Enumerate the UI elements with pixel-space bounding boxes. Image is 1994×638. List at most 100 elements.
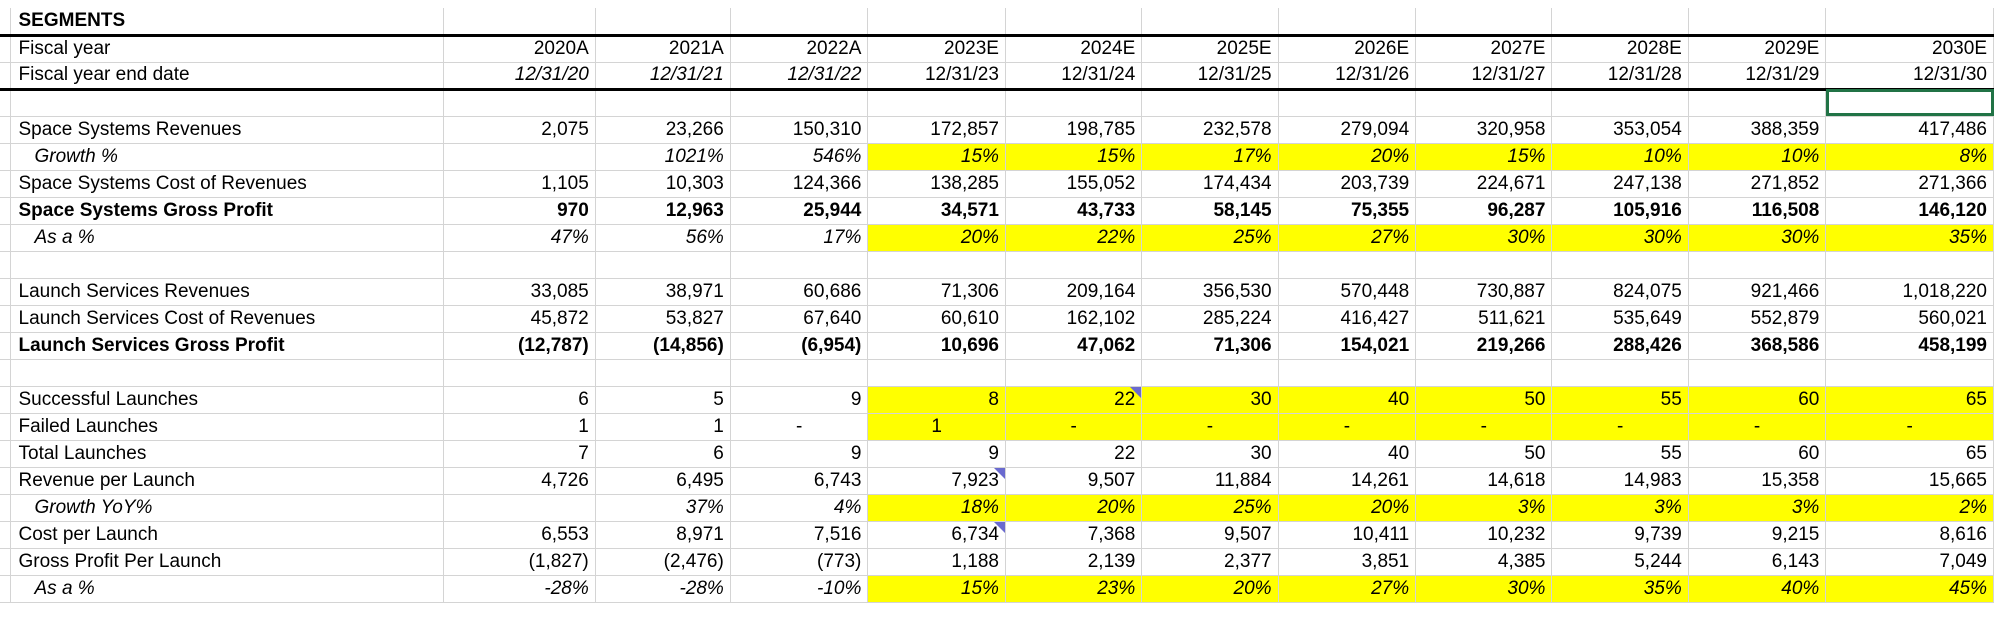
value-cell[interactable]: 7 [443, 440, 596, 468]
fiscal-date-cell[interactable]: 12/31/28 [1551, 62, 1689, 91]
row-gutter-cell[interactable] [0, 305, 11, 333]
empty-cell[interactable] [1688, 8, 1827, 37]
value-cell[interactable]: - [1141, 413, 1279, 441]
row-gutter-cell[interactable] [0, 575, 11, 603]
empty-cell[interactable] [1415, 359, 1553, 387]
value-cell[interactable]: 22 [1005, 386, 1143, 414]
fiscal-year-cell[interactable]: 2027E [1415, 35, 1553, 63]
empty-cell[interactable] [443, 89, 596, 117]
value-cell[interactable]: 4% [730, 494, 869, 522]
value-cell[interactable]: 6 [595, 440, 731, 468]
value-cell[interactable]: 10,303 [595, 170, 731, 198]
value-cell[interactable]: -10% [730, 575, 869, 603]
value-cell[interactable]: 58,145 [1141, 197, 1279, 225]
value-cell[interactable]: 15% [867, 575, 1006, 603]
value-cell[interactable]: 560,021 [1825, 305, 1994, 333]
value-cell[interactable]: 232,578 [1141, 116, 1279, 144]
row-label[interactable]: Launch Services Cost of Revenues [10, 305, 445, 333]
value-cell[interactable]: 155,052 [1005, 170, 1143, 198]
value-cell[interactable]: 23% [1005, 575, 1143, 603]
value-cell[interactable]: - [1005, 413, 1143, 441]
value-cell[interactable]: 150,310 [730, 116, 869, 144]
value-cell[interactable]: (12,787) [443, 332, 596, 360]
value-cell[interactable]: 30% [1551, 224, 1689, 252]
empty-cell[interactable] [1825, 89, 1994, 117]
empty-cell[interactable] [1005, 251, 1143, 279]
value-cell[interactable]: 247,138 [1551, 170, 1689, 198]
row-label[interactable]: Launch Services Gross Profit [10, 332, 445, 360]
value-cell[interactable]: 47% [443, 224, 596, 252]
value-cell[interactable]: 35% [1825, 224, 1994, 252]
empty-cell[interactable] [1415, 8, 1553, 37]
value-cell[interactable]: 22 [1005, 440, 1143, 468]
empty-cell[interactable] [730, 251, 869, 279]
value-cell[interactable]: 6 [443, 386, 596, 414]
value-cell[interactable]: 162,102 [1005, 305, 1143, 333]
value-cell[interactable]: 1 [443, 413, 596, 441]
empty-cell[interactable] [1825, 8, 1994, 37]
value-cell[interactable]: 10% [1688, 143, 1827, 171]
value-cell[interactable]: 43,733 [1005, 197, 1143, 225]
value-cell[interactable]: 116,508 [1688, 197, 1827, 225]
row-gutter-cell[interactable] [0, 521, 11, 549]
value-cell[interactable]: 25% [1141, 494, 1279, 522]
row-label[interactable]: As a % [10, 224, 445, 252]
fiscal-year-cell[interactable]: 2030E [1825, 35, 1994, 63]
row-gutter-cell[interactable] [0, 116, 11, 144]
value-cell[interactable]: 10,232 [1415, 521, 1553, 549]
empty-cell[interactable] [1278, 8, 1417, 37]
value-cell[interactable]: 30% [1688, 224, 1827, 252]
section-title[interactable]: SEGMENTS [10, 8, 445, 37]
value-cell[interactable]: 37% [595, 494, 731, 522]
value-cell[interactable]: 50 [1415, 440, 1553, 468]
row-label[interactable]: Space Systems Revenues [10, 116, 445, 144]
empty-cell[interactable] [1141, 359, 1279, 387]
value-cell[interactable]: 40 [1278, 386, 1417, 414]
value-cell[interactable]: 9 [730, 386, 869, 414]
value-cell[interactable]: 60,686 [730, 278, 869, 306]
empty-cell[interactable] [595, 359, 731, 387]
value-cell[interactable]: 12,963 [595, 197, 731, 225]
value-cell[interactable]: 535,649 [1551, 305, 1689, 333]
value-cell[interactable]: 7,368 [1005, 521, 1143, 549]
value-cell[interactable]: 35% [1551, 575, 1689, 603]
empty-cell[interactable] [867, 8, 1006, 37]
row-gutter-cell[interactable] [0, 467, 11, 495]
empty-cell[interactable] [595, 251, 731, 279]
value-cell[interactable]: (2,476) [595, 548, 731, 576]
empty-cell[interactable] [730, 359, 869, 387]
value-cell[interactable]: 10,411 [1278, 521, 1417, 549]
value-cell[interactable]: 2% [1825, 494, 1994, 522]
row-label[interactable]: Cost per Launch [10, 521, 445, 549]
value-cell[interactable]: 921,466 [1688, 278, 1827, 306]
value-cell[interactable]: 9,739 [1551, 521, 1689, 549]
value-cell[interactable]: 7,049 [1825, 548, 1994, 576]
fiscal-year-cell[interactable]: 2025E [1141, 35, 1279, 63]
value-cell[interactable]: - [730, 413, 869, 441]
value-cell[interactable]: 730,887 [1415, 278, 1553, 306]
value-cell[interactable]: 552,879 [1688, 305, 1827, 333]
value-cell[interactable]: 10,696 [867, 332, 1006, 360]
value-cell[interactable]: 34,571 [867, 197, 1006, 225]
value-cell[interactable]: 45% [1825, 575, 1994, 603]
value-cell[interactable]: (773) [730, 548, 869, 576]
value-cell[interactable]: 356,530 [1141, 278, 1279, 306]
value-cell[interactable]: 288,426 [1551, 332, 1689, 360]
value-cell[interactable]: 8,616 [1825, 521, 1994, 549]
row-gutter-cell[interactable] [0, 170, 11, 198]
fiscal-year-cell[interactable]: 2023E [867, 35, 1006, 63]
value-cell[interactable]: 9 [867, 440, 1006, 468]
row-gutter-cell[interactable] [0, 359, 11, 387]
value-cell[interactable]: 570,448 [1278, 278, 1417, 306]
value-cell[interactable]: 174,434 [1141, 170, 1279, 198]
value-cell[interactable]: 1 [867, 413, 1006, 441]
value-cell[interactable]: 8 [867, 386, 1006, 414]
row-label[interactable]: Successful Launches [10, 386, 445, 414]
row-gutter-cell[interactable] [0, 494, 11, 522]
value-cell[interactable]: 3,851 [1278, 548, 1417, 576]
empty-cell[interactable] [1551, 251, 1689, 279]
fiscal-date-cell[interactable]: 12/31/27 [1415, 62, 1553, 91]
empty-cell[interactable] [1278, 89, 1417, 117]
empty-cell[interactable] [730, 89, 869, 117]
value-cell[interactable]: (1,827) [443, 548, 596, 576]
